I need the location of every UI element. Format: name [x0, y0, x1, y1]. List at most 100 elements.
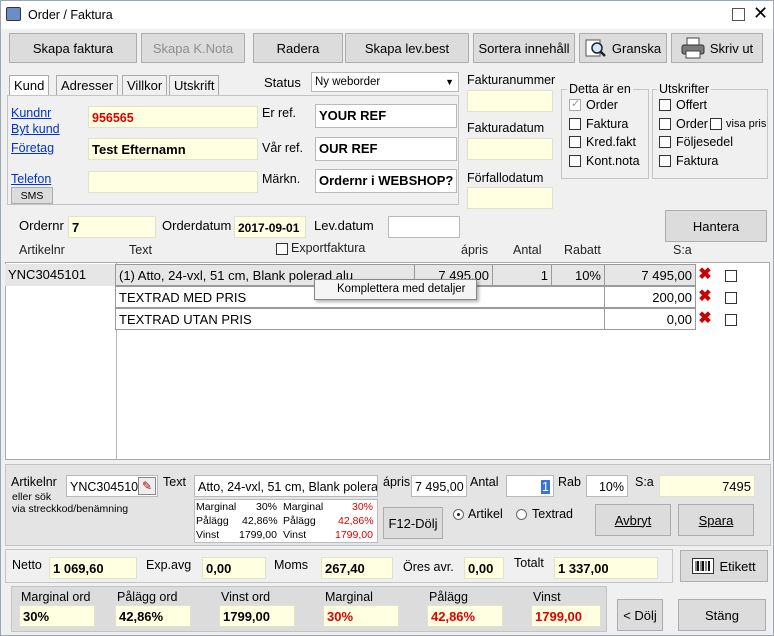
- editor-unit-price-label: ápris: [383, 475, 411, 489]
- sms-button[interactable]: SMS: [11, 187, 53, 204]
- delete-button[interactable]: Radera: [253, 33, 343, 63]
- phone-link[interactable]: Telefon: [11, 172, 51, 186]
- editor-sum-field[interactable]: 7495: [659, 475, 755, 497]
- row1-article-no[interactable]: YNC3045101: [5, 264, 116, 286]
- tab-utskrift-label: Utskrift: [174, 78, 215, 93]
- phone-field[interactable]: [88, 171, 258, 193]
- row2-checkbox[interactable]: [725, 292, 737, 304]
- markup-order-label: Pålägg ord: [117, 590, 178, 604]
- editor-discount-field[interactable]: 10%: [586, 475, 628, 497]
- customer-no-link[interactable]: Kundnr: [11, 106, 51, 120]
- company-field[interactable]: Test Efternamn: [88, 138, 258, 160]
- row2-sum[interactable]: 200,00: [604, 286, 696, 308]
- status-select[interactable]: Ny weborder ▼: [311, 72, 459, 92]
- radio-textrow[interactable]: [516, 509, 527, 520]
- marking-field[interactable]: Ordernr i WEBSHOP?: [315, 169, 457, 193]
- editor-search-hint-1: eller sök: [12, 491, 52, 503]
- print-packing-slip-checkbox[interactable]: [659, 136, 671, 148]
- close-button[interactable]: Stäng: [678, 599, 766, 631]
- editor-qty-label: Antal: [470, 475, 499, 489]
- sort-content-button[interactable]: Sortera innehåll: [473, 33, 575, 63]
- invoice-no-field[interactable]: [467, 90, 553, 112]
- tab-utskrift[interactable]: Utskrift: [169, 75, 220, 95]
- cancel-button[interactable]: Avbryt: [595, 504, 671, 536]
- f12-hide-button[interactable]: F12-Dölj: [383, 507, 443, 539]
- col-sum: S:a: [673, 243, 692, 257]
- net-label: Netto: [12, 558, 42, 572]
- radio-textrow-label: Textrad: [532, 507, 573, 521]
- invoice-date-field[interactable]: [467, 138, 553, 160]
- order-no-field[interactable]: 7: [68, 216, 156, 238]
- rounding-label: Öres avr.: [403, 560, 454, 574]
- stat-markup-a: 42,86%: [242, 515, 278, 527]
- doc-type-order-checkbox[interactable]: [569, 97, 581, 111]
- f12-hide-label: F12-Dölj: [388, 515, 438, 531]
- maximize-icon[interactable]: [732, 8, 745, 21]
- delivery-date-field[interactable]: [388, 216, 460, 238]
- create-credit-note-button[interactable]: Skapa K.Nota: [141, 33, 245, 63]
- close-icon[interactable]: ✕: [753, 4, 768, 22]
- row1-checkbox[interactable]: [725, 270, 737, 282]
- row1-qty[interactable]: 1: [492, 264, 552, 286]
- row3-delete-icon[interactable]: ✖: [697, 311, 713, 327]
- editor-text-label: Text: [163, 475, 186, 489]
- pick-article-icon[interactable]: ✎: [138, 477, 156, 495]
- radio-article[interactable]: [453, 509, 464, 520]
- your-ref-field[interactable]: YOUR REF: [315, 104, 457, 128]
- exp-fee-field[interactable]: 0,00: [202, 557, 266, 579]
- company-link[interactable]: Företag: [11, 141, 54, 155]
- tab-adresser[interactable]: Adresser: [56, 75, 119, 95]
- doc-type-invoice-checkbox[interactable]: [569, 118, 581, 130]
- tab-kund[interactable]: Kund: [9, 75, 50, 95]
- due-date-field[interactable]: [467, 187, 553, 209]
- print-invoice-label: Faktura: [676, 154, 719, 168]
- hide-summary-button[interactable]: < Dölj: [617, 599, 663, 631]
- doc-type-credit-checkbox[interactable]: [569, 136, 581, 148]
- label-button[interactable]: Etikett: [680, 550, 768, 582]
- title-bar: Order / Faktura ✕: [1, 1, 773, 29]
- editor-sum-label: S:a: [635, 475, 654, 489]
- print-offer-checkbox[interactable]: [659, 99, 671, 111]
- print-button[interactable]: Skriv ut: [671, 33, 763, 63]
- our-ref-field[interactable]: OUR REF: [315, 137, 457, 161]
- tab-villkor[interactable]: Villkor: [122, 75, 168, 95]
- create-delivery-button[interactable]: Skapa lev.best: [345, 33, 469, 63]
- invoice-date-label: Fakturadatum: [467, 121, 545, 135]
- doc-type-cash-checkbox[interactable]: [569, 155, 581, 167]
- col-text: Text: [129, 243, 152, 257]
- editor-search-hint-2: via streckkod/benämning: [12, 503, 129, 515]
- change-customer-link[interactable]: Byt kund: [11, 122, 60, 136]
- editor-unit-price-field[interactable]: 7 495,00: [411, 475, 467, 497]
- row3-sum[interactable]: 0,00: [604, 308, 696, 330]
- show-price-checkbox[interactable]: [710, 118, 722, 130]
- row2-delete-icon[interactable]: ✖: [697, 289, 713, 305]
- row3-text[interactable]: TEXTRAD UTAN PRIS: [115, 308, 605, 330]
- handle-button[interactable]: Hantera: [665, 210, 767, 242]
- tab-villkor-label: Villkor: [127, 78, 163, 93]
- row3-checkbox[interactable]: [725, 314, 737, 326]
- create-invoice-button[interactable]: Skapa faktura: [9, 33, 137, 63]
- marking-label: Märkn.: [262, 172, 301, 186]
- complete-details-menu-item[interactable]: Komplettera med detaljer: [337, 283, 465, 295]
- editor-qty-value: 1: [541, 480, 550, 494]
- stat-profit-label-a: Vinst: [196, 529, 220, 541]
- row1-delete-icon[interactable]: ✖: [697, 267, 713, 283]
- order-date-field[interactable]: 2017-09-01: [234, 216, 306, 238]
- marginal-order-field: 30%: [19, 605, 95, 627]
- customer-no-field[interactable]: 956565: [88, 106, 258, 128]
- radio-article-dot: [457, 513, 460, 516]
- print-invoice-checkbox[interactable]: [659, 155, 671, 167]
- row1-discount[interactable]: 10%: [551, 264, 605, 286]
- row1-sum[interactable]: 7 495,00: [604, 264, 696, 286]
- marginal-field: 30%: [323, 605, 399, 627]
- save-button[interactable]: Spara: [678, 504, 754, 536]
- export-invoice-checkbox[interactable]: [276, 243, 288, 255]
- preview-button[interactable]: Granska: [579, 33, 667, 63]
- stat-markup-b: 42,86%: [338, 515, 374, 527]
- editor-qty-field[interactable]: 1: [506, 475, 554, 497]
- stat-markup-label-b: Pålägg: [283, 515, 316, 527]
- print-order-checkbox[interactable]: [659, 118, 671, 130]
- editor-text-field[interactable]: Atto, 24-vxl, 51 cm, Blank polerad alu: [194, 475, 378, 497]
- stat-marginal-a: 30%: [256, 501, 278, 513]
- magnifier-icon: [585, 39, 606, 57]
